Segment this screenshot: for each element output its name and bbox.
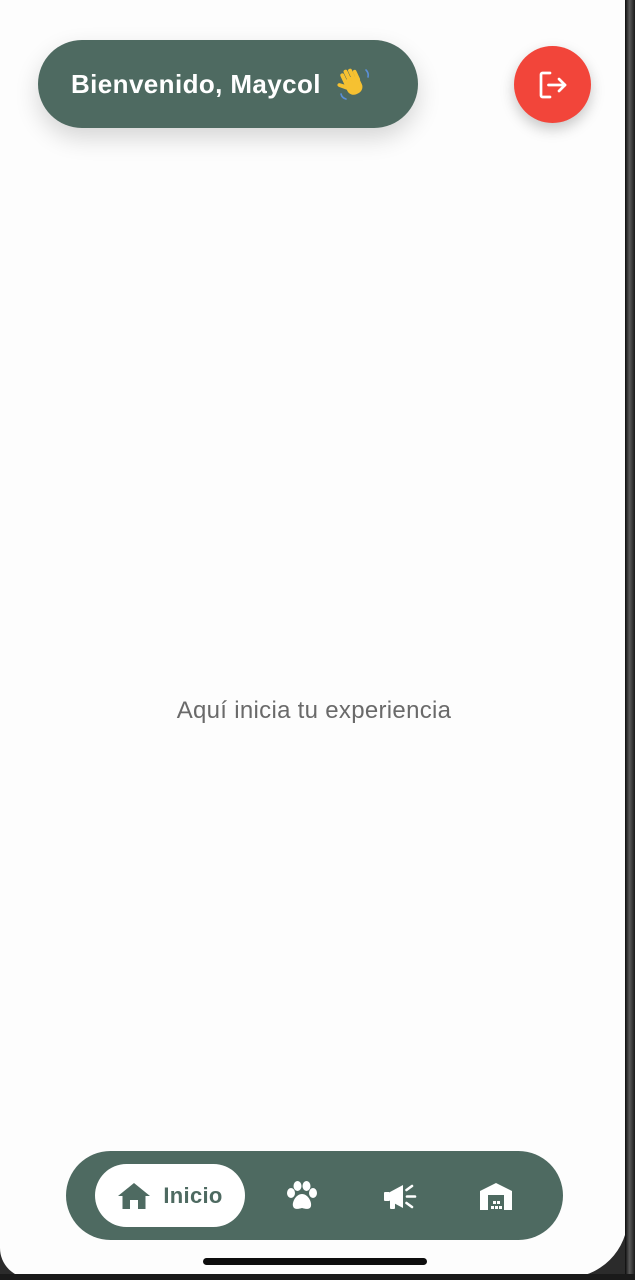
welcome-message: Aquí inicia tu experiencia <box>176 697 452 724</box>
megaphone-icon <box>382 1181 418 1211</box>
bottom-navigation-bar: Inicio <box>66 1151 563 1240</box>
app-screen: Bienvenido, Maycol Aquí inicia tu experi… <box>0 0 628 1278</box>
paw-icon <box>285 1180 319 1212</box>
nav-item-announcements[interactable] <box>378 1176 422 1216</box>
waving-hand-icon <box>337 66 373 102</box>
device-frame-edge <box>625 0 635 1280</box>
logout-button[interactable] <box>514 46 591 123</box>
nav-item-shelter[interactable] <box>474 1176 518 1216</box>
nav-item-pets[interactable] <box>280 1176 324 1216</box>
home-icon <box>117 1181 151 1211</box>
nav-label-inicio: Inicio <box>163 1182 223 1208</box>
phone-device: Bienvenido, Maycol Aquí inicia tu experi… <box>0 0 635 1280</box>
nav-item-inicio[interactable]: Inicio <box>95 1164 245 1227</box>
device-frame-bottom <box>0 1274 635 1280</box>
welcome-text: Bienvenido, Maycol <box>71 68 321 99</box>
logout-icon <box>535 67 571 103</box>
home-indicator[interactable] <box>203 1258 427 1265</box>
shelter-icon <box>479 1181 513 1211</box>
welcome-banner: Bienvenido, Maycol <box>38 40 418 128</box>
